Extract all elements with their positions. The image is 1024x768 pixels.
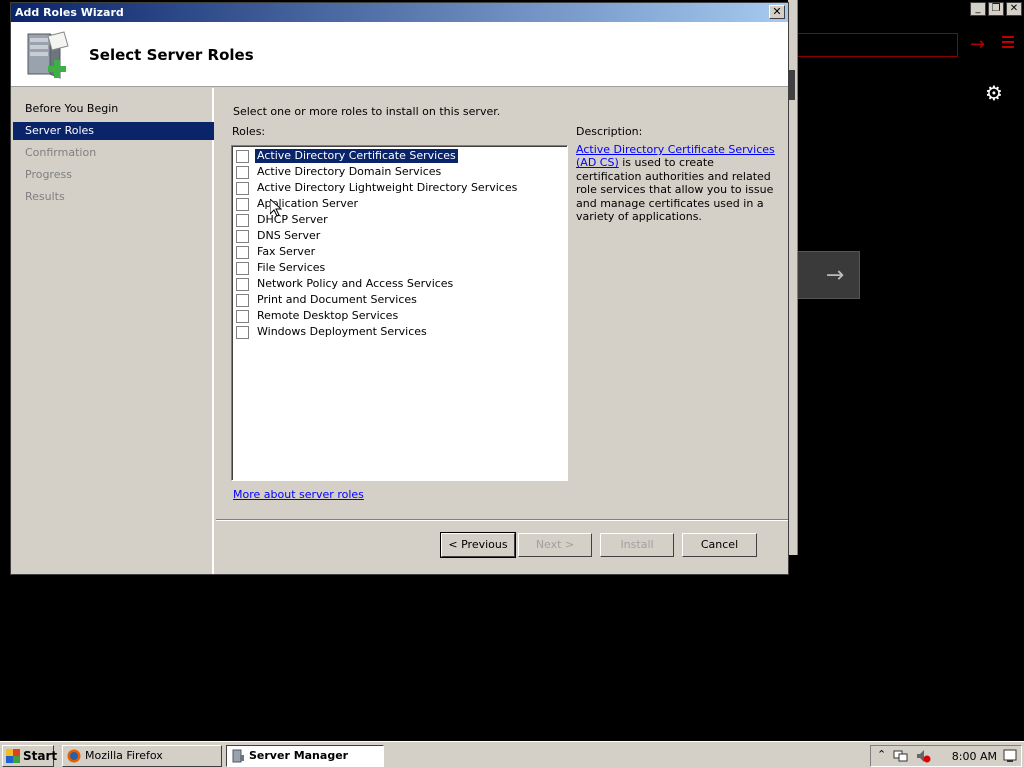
task-label: Mozilla Firefox [85,749,163,762]
role-checkbox[interactable] [236,325,249,339]
role-label: Windows Deployment Services [257,325,427,338]
start-button[interactable]: Start [2,745,58,767]
roles-listbox[interactable]: Active Directory Certificate Services Ac… [231,145,568,481]
role-item[interactable]: Network Policy and Access Services [236,276,455,292]
role-label: Remote Desktop Services [257,309,399,322]
go-arrow-icon[interactable]: → [970,34,985,55]
step-results: Results [25,190,65,203]
more-about-roles-link[interactable]: More about server roles [233,488,364,501]
cancel-button[interactable]: Cancel [682,533,757,557]
instruction-text: Select one or more roles to install on t… [233,105,501,118]
role-item[interactable]: Active Directory Lightweight Directory S… [236,180,519,196]
add-roles-wizard-dialog: Add Roles Wizard ✕ Select Server Roles B… [10,2,789,575]
taskbar: Start Mozilla Firefox Server Manager ⌃ 8… [0,741,1024,768]
role-item[interactable]: Fax Server [236,244,317,260]
show-desktop-icon[interactable] [1003,748,1017,764]
role-label: Active Directory Domain Services [257,165,442,178]
role-label: File Services [257,261,326,274]
arrow-right-icon: → [825,262,845,288]
firefox-icon [67,749,81,763]
wizard-header: Select Server Roles [11,22,788,87]
role-checkbox[interactable] [236,197,249,211]
gear-icon[interactable]: ⚙ [985,81,1003,105]
role-item[interactable]: Active Directory Certificate Services [236,148,458,164]
role-label: Fax Server [257,245,316,258]
role-label: Network Policy and Access Services [257,277,454,290]
start-label: Start [23,749,58,763]
role-item[interactable]: Print and Document Services [236,292,419,308]
install-button[interactable]: Install [600,533,674,557]
description-text: Active Directory Certificate Services (A… [576,143,776,223]
taskbar-item-server-manager[interactable]: Server Manager [226,745,384,767]
role-checkbox[interactable] [236,165,249,179]
server-manager-icon [232,749,244,763]
show-hidden-icons-icon[interactable]: ⌃ [877,748,886,761]
clock[interactable]: 8:00 AM [952,750,997,763]
menu-icon[interactable] [1002,36,1014,51]
close-button[interactable]: ✕ [1006,2,1022,16]
role-checkbox[interactable] [236,309,249,323]
task-label: Server Manager [249,749,349,762]
description-label: Description: [576,125,643,138]
scrollbar-thumb[interactable] [789,70,795,100]
role-checkbox[interactable] [236,261,249,275]
role-label: Print and Document Services [257,293,417,306]
previous-button[interactable]: < Previous [440,532,516,558]
role-item[interactable]: Windows Deployment Services [236,324,429,340]
mouse-cursor-icon [270,199,282,217]
role-checkbox[interactable] [236,213,249,227]
volume-muted-icon[interactable] [915,748,931,764]
next-panel-button[interactable]: → [796,251,860,299]
next-button[interactable]: Next > [518,533,592,557]
role-item[interactable]: Application Server [236,196,360,212]
role-item[interactable]: Remote Desktop Services [236,308,400,324]
dialog-title: Add Roles Wizard [15,6,124,19]
wizard-steps-nav: Before You Begin Server Roles Confirmati… [11,88,214,574]
step-server-roles[interactable]: Server Roles [13,122,214,140]
role-checkbox[interactable] [236,245,249,259]
step-confirmation: Confirmation [25,146,97,159]
role-checkbox[interactable] [236,277,249,291]
role-item[interactable]: DHCP Server [236,212,330,228]
role-label: Active Directory Lightweight Directory S… [257,181,518,194]
dialog-titlebar[interactable]: Add Roles Wizard ✕ [11,3,788,22]
role-checkbox[interactable] [236,229,249,243]
server-manager-window-controls: _ ❐ ✕ [970,2,1022,16]
close-icon[interactable]: ✕ [769,5,785,19]
role-item[interactable]: File Services [236,260,327,276]
role-checkbox[interactable] [236,293,249,307]
restore-button[interactable]: ❐ [988,2,1004,16]
role-label: DNS Server [257,229,321,242]
role-checkbox[interactable] [236,181,249,195]
network-icon[interactable] [893,748,909,764]
address-input[interactable] [796,33,958,57]
server-add-icon [27,31,69,79]
role-item[interactable]: Active Directory Domain Services [236,164,443,180]
page-title: Select Server Roles [89,46,254,64]
system-tray: ⌃ 8:00 AM [870,745,1022,767]
role-item[interactable]: DNS Server [236,228,322,244]
minimize-button[interactable]: _ [970,2,986,16]
windows-logo-icon [6,749,20,763]
roles-label: Roles: [232,125,266,138]
role-label: DHCP Server [257,213,328,226]
footer-divider [216,519,788,521]
wizard-content: Select one or more roles to install on t… [216,88,788,520]
role-checkbox[interactable] [236,149,249,163]
step-before-you-begin[interactable]: Before You Begin [13,100,214,118]
taskbar-item-firefox[interactable]: Mozilla Firefox [62,745,222,767]
role-label: Active Directory Certificate Services [255,149,458,163]
step-progress: Progress [25,168,72,181]
